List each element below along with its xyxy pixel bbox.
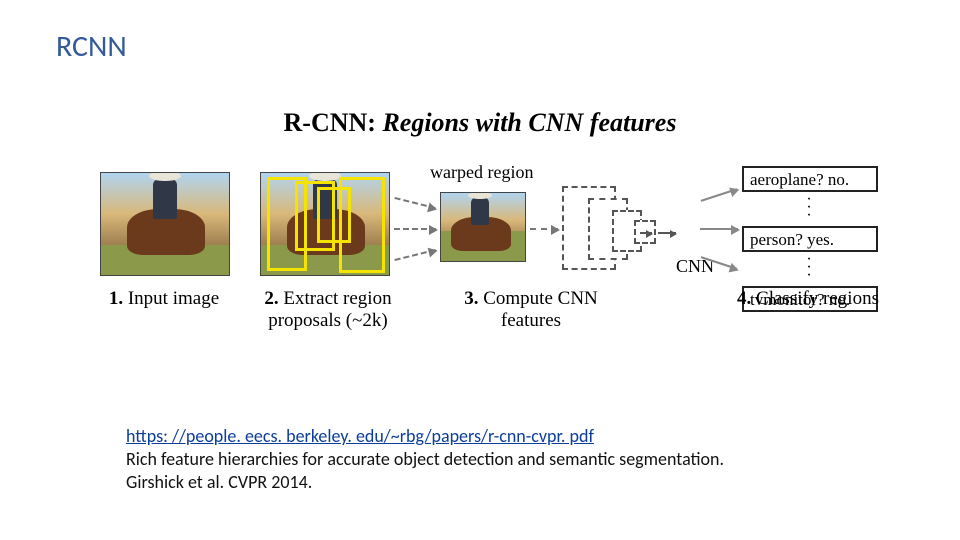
arrow-icon bbox=[394, 249, 435, 261]
vertical-dots-icon: ··· bbox=[742, 256, 878, 280]
figure-title-italic: Regions with CNN features bbox=[382, 108, 676, 137]
vertical-dots-icon: ··· bbox=[742, 196, 878, 220]
class-result: aeroplane? no. bbox=[742, 166, 878, 192]
step-caption: 4. Classify regions bbox=[728, 288, 888, 310]
input-image-thumb bbox=[100, 172, 230, 276]
citation-footer: https: //people. eecs. berkeley. edu/~rb… bbox=[126, 425, 724, 494]
figure-title: R-CNN: Regions with CNN features bbox=[0, 108, 960, 138]
class-result: person? yes. bbox=[742, 226, 878, 252]
arrow-icon bbox=[394, 228, 436, 230]
warped-crop-thumb bbox=[440, 192, 526, 262]
arrow-icon bbox=[700, 228, 738, 230]
paper-title: Rich feature hierarchies for accurate ob… bbox=[126, 448, 724, 470]
arrow-icon bbox=[530, 228, 558, 230]
arrow-icon bbox=[701, 188, 738, 202]
region-proposals-thumb bbox=[260, 172, 390, 276]
step-caption: 3. Compute CNN features bbox=[436, 288, 626, 332]
arrow-icon bbox=[394, 197, 435, 209]
figure-title-bold: R-CNN: bbox=[284, 108, 376, 137]
step-caption: 2. Extract region proposals (~2k) bbox=[240, 288, 416, 332]
step-caption: 1. Input image bbox=[94, 288, 234, 310]
region-box bbox=[339, 177, 385, 273]
warped-region-label: warped region bbox=[430, 162, 533, 183]
paper-link[interactable]: https: //people. eecs. berkeley. edu/~rb… bbox=[126, 425, 594, 447]
paper-authors: Girshick et al. CVPR 2014. bbox=[126, 471, 312, 493]
slide-title: RCNN bbox=[56, 28, 127, 65]
